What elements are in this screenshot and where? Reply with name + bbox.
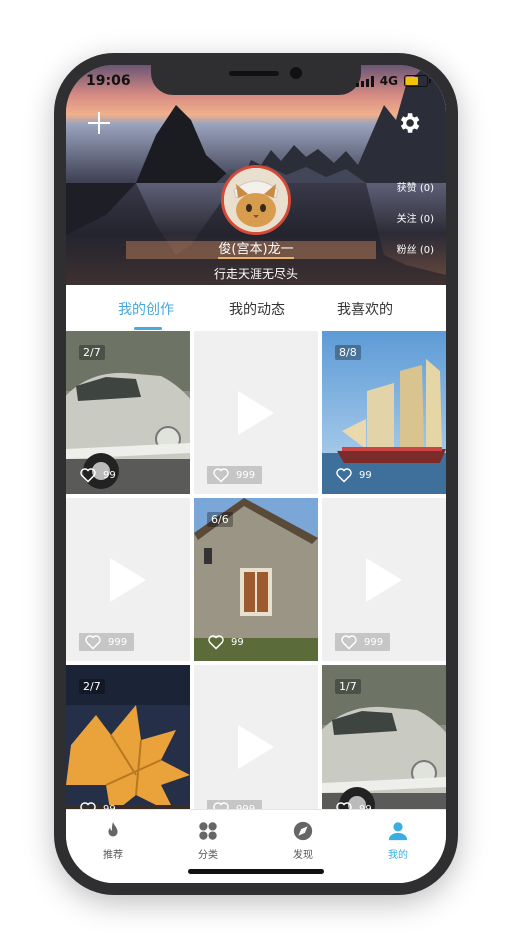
tabbar-item-mine[interactable]: 我的 [368,820,428,861]
heart-icon [341,635,357,650]
heart-icon [80,468,96,483]
like-count-value: 99 [103,469,116,481]
stat-following[interactable]: 关注 (0) [397,210,434,225]
video-item[interactable]: 999 [194,665,318,809]
like-count[interactable]: 999 [79,633,135,651]
like-count[interactable]: 999 [207,466,263,484]
signal-icon [355,75,374,87]
video-item[interactable]: 999 [66,498,190,661]
tabbar-label: 推荐 [103,850,123,861]
play-icon [238,725,274,769]
tab-my-likes[interactable]: 我喜欢的 [337,299,393,319]
heart-icon [213,802,229,809]
like-count-value: 99 [359,469,372,481]
play-icon [366,558,402,602]
like-count[interactable]: 99 [335,800,372,809]
heart-icon [336,468,352,483]
content-tabs: 我的创作 我的动态 我喜欢的 [66,285,446,331]
battery-icon [404,75,431,87]
screen: 19:06 4G 俊(宫本)龙一 行走天涯无尽头 获赞 (0) 关注 (0) 粉… [66,65,446,883]
like-count-value: 999 [364,636,384,648]
tab-my-creations[interactable]: 我的创作 [118,299,174,319]
like-count[interactable]: 99 [335,466,372,484]
tabbar-label: 发现 [293,850,313,861]
like-count[interactable]: 99 [207,633,244,651]
tabbar-item-category[interactable]: 分类 [178,820,238,861]
photo-item[interactable]: 2/7 99 [66,331,190,494]
flame-icon [108,821,118,837]
grid-icon [199,822,217,840]
heart-icon [85,635,101,650]
image-count: 1/7 [335,679,361,694]
username: 俊(宫本)龙一 [218,242,294,257]
avatar[interactable] [221,165,291,235]
add-icon[interactable] [88,112,110,134]
like-count-value: 99 [231,636,244,648]
photo-item[interactable]: 6/6 99 [194,498,318,661]
status-indicators: 4G [355,74,431,88]
heart-icon [336,802,352,809]
photo-item[interactable]: 1/7 99 [322,665,446,809]
tabbar-item-recommend[interactable]: 推荐 [83,820,143,861]
user-motto: 行走天涯无尽头 [213,267,298,281]
image-count: 2/7 [79,679,105,694]
tabbar-item-discover[interactable]: 发现 [273,820,333,861]
status-bar: 19:06 4G [86,73,431,93]
tab-my-activity[interactable]: 我的动态 [229,299,285,319]
tabbar-label: 分类 [198,850,218,861]
heart-icon [213,468,229,483]
video-item[interactable]: 999 [322,498,446,661]
settings-gear-icon[interactable] [396,110,422,136]
like-count[interactable]: 99 [79,466,116,484]
network-label: 4G [379,74,398,88]
video-item[interactable]: 999 [194,331,318,494]
photo-item[interactable]: 2/7 99 [66,665,190,809]
photo-item[interactable]: 8/8 99 [322,331,446,494]
stat-likes[interactable]: 获赞 (0) [397,179,434,194]
user-icon [388,822,408,841]
status-time: 19:06 [86,73,131,89]
phone-frame: 19:06 4G 俊(宫本)龙一 行走天涯无尽头 获赞 (0) 关注 (0) 粉… [54,53,458,895]
like-count[interactable]: 999 [335,633,391,651]
profile-header: 19:06 4G 俊(宫本)龙一 行走天涯无尽头 获赞 (0) 关注 (0) 粉… [66,65,446,285]
image-count: 2/7 [79,345,105,360]
image-count: 6/6 [207,512,233,527]
like-count[interactable]: 999 [207,800,263,809]
heart-icon [80,802,96,809]
cat-avatar-icon [224,168,288,232]
play-icon [110,558,146,602]
like-count-value: 999 [108,636,128,648]
active-tab-indicator [134,327,162,330]
like-count[interactable]: 99 [79,800,116,809]
image-count: 8/8 [335,345,361,360]
heart-icon [208,635,224,650]
stat-fans[interactable]: 粉丝 (0) [397,241,434,256]
tabbar-label: 我的 [388,850,408,861]
username-underline [218,257,294,259]
compass-icon [293,821,313,841]
play-icon [238,391,274,435]
content-grid: 2/7 99 999 8/8 99 999 6/6 99 999 2/7 99 999 1/7 99 [66,331,446,809]
like-count-value: 999 [236,469,256,481]
home-indicator[interactable] [188,869,324,874]
